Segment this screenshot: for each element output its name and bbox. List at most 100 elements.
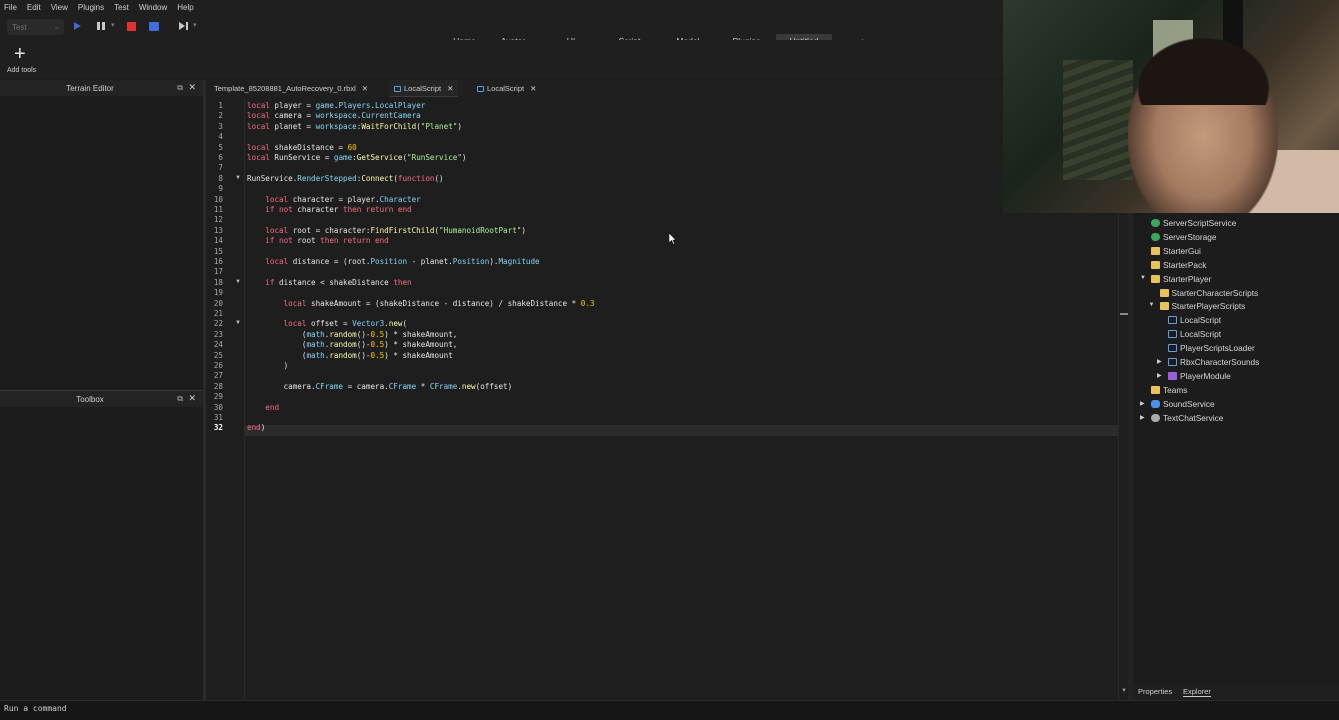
close-icon[interactable]: ✕ (188, 82, 196, 93)
code-token: Vector3 (352, 319, 385, 329)
fold-chevron-icon[interactable]: ▼ (235, 175, 241, 181)
stop-icon[interactable] (127, 22, 136, 31)
code-line[interactable]: end (247, 403, 279, 412)
tab-explorer[interactable]: Explorer (1183, 687, 1211, 697)
pause-icon[interactable] (97, 21, 107, 31)
code-line[interactable]: if not root then return end (247, 236, 389, 246)
code-token: ) (457, 121, 462, 131)
editor-tab-localscript[interactable]: LocalScript ✕ (477, 80, 536, 97)
code-token: new (461, 381, 476, 391)
code-line[interactable]: local offset = Vector3.new( (247, 319, 407, 328)
expand-right-icon[interactable]: ▶ (1157, 372, 1162, 379)
line-number: 18 (213, 277, 223, 287)
close-icon[interactable]: ✕ (362, 84, 368, 93)
code-token: 60 (347, 142, 357, 152)
code-line[interactable]: local RunService = game:GetService("RunS… (247, 153, 467, 162)
code-line[interactable]: ) (247, 361, 289, 370)
code-token: then return end (320, 236, 389, 246)
close-icon[interactable]: ✕ (188, 393, 196, 404)
menu-view[interactable]: View (51, 3, 68, 12)
tab-properties[interactable]: Properties (1138, 687, 1172, 696)
code-line[interactable]: (math.random()-0.5) * shakeAmount, (247, 340, 457, 349)
folder-icon (1151, 246, 1160, 255)
expand-right-icon[interactable]: ▶ (1140, 400, 1145, 407)
client-server-icon[interactable] (149, 22, 159, 31)
chevron-down-icon[interactable]: ▾ (111, 21, 115, 29)
undock-icon[interactable]: ⧉ (177, 394, 183, 404)
fold-chevron-icon[interactable]: ▼ (235, 320, 241, 326)
explorer-scroll-arrow-icon[interactable]: ▼ (1121, 688, 1127, 694)
menu-help[interactable]: Help (177, 3, 193, 12)
line-number: 15 (213, 246, 223, 256)
explorer-item[interactable]: StarterPlayer (1163, 274, 1211, 284)
fold-chevron-icon[interactable]: ▼ (235, 279, 241, 285)
code-line[interactable]: local player = game.Players.LocalPlayer (247, 101, 425, 110)
code-token: ) * shakeAmount, (384, 340, 458, 350)
explorer-item[interactable]: Teams (1163, 385, 1187, 395)
code-token: () (434, 173, 444, 183)
play-icon[interactable] (74, 22, 81, 30)
explorer-item[interactable]: StarterCharacterScripts (1172, 288, 1259, 298)
editor-tab-localscript-active[interactable]: LocalScript ✕ (389, 80, 459, 97)
explorer-item[interactable]: StarterGui (1163, 246, 1201, 256)
code-line[interactable]: local shakeAmount = (shakeDistance - dis… (247, 299, 595, 308)
add-tools-label[interactable]: Add tools (7, 67, 36, 74)
code-line[interactable]: RunService.RenderStepped:Connect(functio… (247, 174, 444, 183)
command-bar[interactable]: Run a command (0, 700, 1339, 720)
menu-test[interactable]: Test (114, 3, 129, 12)
expand-down-icon[interactable]: ▼ (1140, 275, 1146, 281)
explorer-item[interactable]: PlayerModule (1180, 371, 1231, 381)
menu-edit[interactable]: Edit (27, 3, 41, 12)
code-line[interactable]: (math.random()-0.5) * shakeAmount, (247, 330, 457, 339)
script-icon (394, 86, 401, 92)
explorer-item[interactable]: ServerScriptService (1163, 218, 1236, 228)
undock-icon[interactable]: ⧉ (177, 83, 183, 93)
green-service-icon (1151, 219, 1160, 227)
code-token: "RunService" (407, 153, 462, 162)
code-token: root = character: (288, 225, 371, 235)
expand-down-icon[interactable]: ▼ (1149, 302, 1155, 308)
explorer-item[interactable]: RbxCharacterSounds (1180, 357, 1259, 367)
code-line[interactable]: end) (247, 423, 265, 432)
code-editor[interactable]: 1 local player = game.Players.LocalPlayer… (206, 97, 1128, 700)
editor-tabs: Template_85208881_AutoRecovery_0.rbxl ✕ L… (206, 80, 1128, 97)
code-line[interactable]: local root = character:FindFirstChild("H… (247, 226, 526, 235)
code-token: character (292, 205, 344, 214)
explorer-item[interactable]: LocalScript (1180, 315, 1221, 325)
code-line[interactable]: local planet = workspace:WaitForChild("P… (247, 122, 462, 131)
expand-right-icon[interactable]: ▶ (1157, 358, 1162, 365)
explorer-item[interactable]: SoundService (1163, 399, 1215, 409)
code-line[interactable]: if distance < shakeDistance then (247, 278, 411, 287)
explorer-item[interactable]: TextChatService (1163, 413, 1223, 423)
line-number: 6 (218, 153, 223, 162)
explorer-item[interactable]: StarterPlayerScripts (1172, 301, 1246, 311)
code-line[interactable]: local camera = workspace.CurrentCamera (247, 111, 421, 120)
code-line[interactable]: local shakeDistance = 60 (247, 143, 357, 152)
explorer-item[interactable]: ServerStorage (1163, 232, 1217, 242)
line-number: 14 (213, 236, 223, 246)
menu-window[interactable]: Window (139, 3, 167, 12)
line-number: 13 (213, 225, 223, 235)
step-icon[interactable] (179, 21, 189, 31)
menu-plugins[interactable]: Plugins (78, 3, 104, 12)
explorer-item[interactable]: PlayerScriptsLoader (1180, 343, 1255, 353)
explorer-item[interactable]: StarterPack (1163, 260, 1206, 270)
close-icon[interactable]: ✕ (530, 84, 536, 93)
explorer-item[interactable]: LocalScript (1180, 329, 1221, 339)
line-number: 2 (218, 111, 223, 121)
plus-icon[interactable]: + (14, 44, 26, 64)
code-line[interactable]: (math.random()-0.5) * shakeAmount (247, 351, 453, 360)
code-line[interactable]: camera.CFrame = camera.CFrame * CFrame.n… (247, 381, 513, 391)
code-line[interactable]: local character = player.Character (247, 195, 420, 204)
command-input[interactable]: Run a command (4, 704, 67, 713)
chevron-down-icon[interactable]: ▾ (193, 21, 197, 29)
code-token: player = (269, 101, 316, 110)
webcam-overlay (1003, 0, 1339, 213)
menu-file[interactable]: File (4, 3, 17, 12)
code-line[interactable]: local distance = (root.Position - planet… (247, 257, 539, 266)
test-mode-select[interactable]: Test ⌄ (7, 19, 64, 35)
close-icon[interactable]: ✕ (447, 84, 453, 93)
expand-right-icon[interactable]: ▶ (1140, 414, 1145, 421)
code-line[interactable]: if not character then return end (247, 205, 411, 214)
editor-tab-template[interactable]: Template_85208881_AutoRecovery_0.rbxl ✕ (214, 80, 368, 97)
